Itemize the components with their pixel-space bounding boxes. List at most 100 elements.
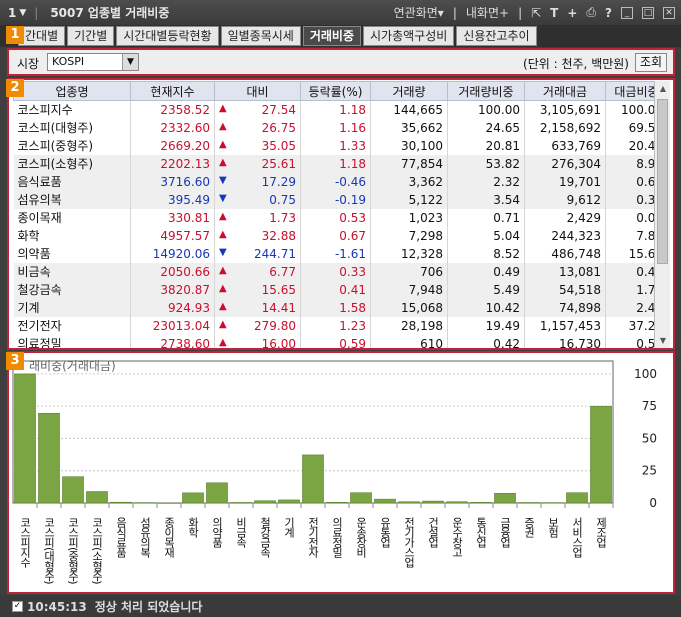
change-rate: 1.18 (300, 154, 371, 173)
diff-value: 25.61 (261, 156, 296, 171)
tab-market-cap-composition[interactable]: 시가총액구성비 (363, 26, 455, 46)
bar[interactable] (566, 492, 588, 504)
bar[interactable] (38, 413, 60, 504)
table-row[interactable]: 섬유의복 395.49 ▼ 0.75 -0.19 5,122 3.54 9,612 0.31 (13, 190, 668, 209)
table-row[interactable]: 코스피지수 2358.52 ▲ 27.54 1.18 144,665 100.00 3,105… (13, 100, 668, 119)
diff-value: 279.80 (254, 318, 296, 333)
tab-time-updown[interactable]: 시간대별등락현황 (116, 26, 219, 46)
market-select[interactable]: KOSPI ▼ (47, 53, 139, 71)
add-icon[interactable]: + (567, 6, 577, 20)
bar[interactable] (230, 502, 252, 504)
table-row[interactable]: 비금속 2050.66 ▲ 6.77 0.33 706 0.49 13,081 0.42 (13, 262, 668, 281)
table-row[interactable]: 코스피(중형주) 2669.20 ▲ 35.05 1.33 30,100 20.81 633,… (13, 136, 668, 155)
table-row[interactable]: 의약품 14920.06 ▼ 244.71 -1.61 12,328 8.52 486,748… (13, 244, 668, 263)
sector-name: 의료정밀 (13, 334, 131, 348)
col-header-rate[interactable]: 등락률(%) (300, 81, 371, 101)
diff-cell: ▲ 6.77 (214, 262, 301, 281)
screen-number[interactable]: 1 (8, 6, 16, 20)
volume-weight: 53.82 (447, 154, 525, 173)
help-icon[interactable]: ? (605, 6, 612, 20)
amount: 276,304 (524, 154, 606, 173)
sector-name: 화학 (13, 226, 131, 245)
col-header-sector[interactable]: 업종명 (13, 81, 131, 101)
bar[interactable] (374, 498, 396, 504)
table-row[interactable]: 음식료품 3716.60 ▼ 17.29 -0.46 3,362 2.32 19,701 0.6… (13, 172, 668, 191)
close-icon[interactable]: ✕ (663, 6, 675, 19)
tab-by-time[interactable]: 간대별 (18, 26, 66, 46)
volume-weight: 5.04 (447, 226, 525, 245)
bar[interactable] (590, 405, 612, 504)
print-icon[interactable]: ⎙ (586, 5, 596, 20)
diff-cell: ▲ 26.75 (214, 118, 301, 137)
bar[interactable] (278, 499, 300, 504)
current-index: 2202.13 (130, 154, 215, 173)
amount: 19,701 (524, 172, 606, 191)
bar[interactable] (62, 476, 84, 504)
market-label: 시장 (17, 57, 40, 71)
volume: 706 (370, 262, 448, 281)
table-row[interactable]: 의료정밀 2738.60 ▲ 16.00 0.59 610 0.42 16,730 0.54 (13, 334, 668, 348)
text-icon[interactable]: T (550, 6, 558, 20)
tab-by-period[interactable]: 기간별 (67, 26, 115, 46)
maximize-icon[interactable]: □ (642, 6, 654, 19)
scrollbar-thumb[interactable] (657, 99, 668, 264)
link-icon[interactable]: ⇱ (531, 6, 541, 20)
tab-credit-balance[interactable]: 신용잔고추이 (456, 26, 537, 46)
query-button[interactable]: 조회 (635, 53, 667, 72)
table-row[interactable]: 종이목재 330.81 ▲ 1.73 0.53 1,023 0.71 2,429 0.08 (13, 208, 668, 227)
check-icon[interactable]: ✓ (12, 601, 23, 612)
tab-daily-quotes[interactable]: 일별종목시세 (220, 26, 301, 46)
bar[interactable] (134, 502, 156, 504)
bar[interactable] (542, 502, 564, 504)
annotation-badge: 2 (6, 79, 24, 97)
x-category-label: 서비스업 (571, 517, 584, 558)
bar[interactable] (206, 482, 228, 504)
change-rate: 1.33 (300, 136, 371, 155)
bar[interactable] (182, 492, 204, 504)
bar[interactable] (326, 502, 348, 504)
volume-weight: 24.65 (447, 118, 525, 137)
change-rate: -1.61 (300, 244, 371, 263)
bar[interactable] (518, 502, 540, 504)
col-header-index[interactable]: 현재지수 (130, 81, 215, 101)
bar[interactable] (86, 491, 108, 504)
scroll-up-icon[interactable]: ▲ (655, 81, 671, 97)
chevron-down-icon[interactable]: ▼ (122, 54, 138, 70)
bar[interactable] (422, 500, 444, 504)
table-row[interactable]: 기계 924.93 ▲ 14.41 1.58 15,068 10.42 74,898 2.41 (13, 298, 668, 317)
sector-name: 코스피지수 (13, 100, 131, 119)
linked-screen-menu[interactable]: 연관화면▾ (394, 4, 444, 21)
sector-name: 기계 (13, 298, 131, 317)
diff-wrap: ▲ 15.65 (219, 283, 296, 297)
bar[interactable] (398, 501, 420, 504)
change-rate: 1.58 (300, 298, 371, 317)
bar[interactable] (470, 502, 492, 504)
col-header-diff[interactable]: 대비 (214, 81, 301, 101)
col-header-amount[interactable]: 거래대금 (524, 81, 606, 101)
bar[interactable] (446, 501, 468, 504)
chevron-down-icon[interactable]: ▼ (19, 8, 26, 18)
tab-trading-weight[interactable]: 거래비중 (302, 26, 361, 46)
table-row[interactable]: 철강금속 3820.87 ▲ 15.65 0.41 7,948 5.49 54,518 1.76 (13, 280, 668, 299)
scroll-down-icon[interactable]: ▼ (655, 333, 671, 348)
bar[interactable] (494, 493, 516, 504)
bar[interactable] (110, 501, 132, 504)
vertical-scrollbar[interactable]: ▲ ▼ (654, 81, 671, 348)
table-row[interactable]: 코스피(대형주) 2332.60 ▲ 26.75 1.16 35,662 24.65 2,15… (13, 118, 668, 137)
amount: 1,157,453 (524, 316, 606, 335)
bar[interactable] (14, 373, 36, 504)
bar[interactable] (350, 492, 372, 504)
table-row[interactable]: 화학 4957.57 ▲ 32.88 0.67 7,298 5.04 244,323 7.87 (13, 226, 668, 245)
bar[interactable] (254, 500, 276, 504)
bar[interactable] (302, 454, 324, 504)
col-header-volume[interactable]: 거래량 (370, 81, 448, 101)
diff-wrap: ▼ 0.75 (219, 193, 296, 207)
change-rate: 0.67 (300, 226, 371, 245)
my-screen-menu[interactable]: 내화면+ (466, 4, 509, 21)
bar[interactable] (158, 502, 180, 504)
sector-name: 코스피(중형주) (13, 136, 131, 155)
col-header-volume-weight[interactable]: 거래량비중 (447, 81, 525, 101)
table-row[interactable]: 코스피(소형주) 2202.13 ▲ 25.61 1.18 77,854 53.82 276,… (13, 154, 668, 173)
minimize-icon[interactable]: _ (621, 6, 633, 19)
table-row[interactable]: 전기전자 23013.04 ▲ 279.80 1.23 28,198 19.49 1,157,… (13, 316, 668, 335)
